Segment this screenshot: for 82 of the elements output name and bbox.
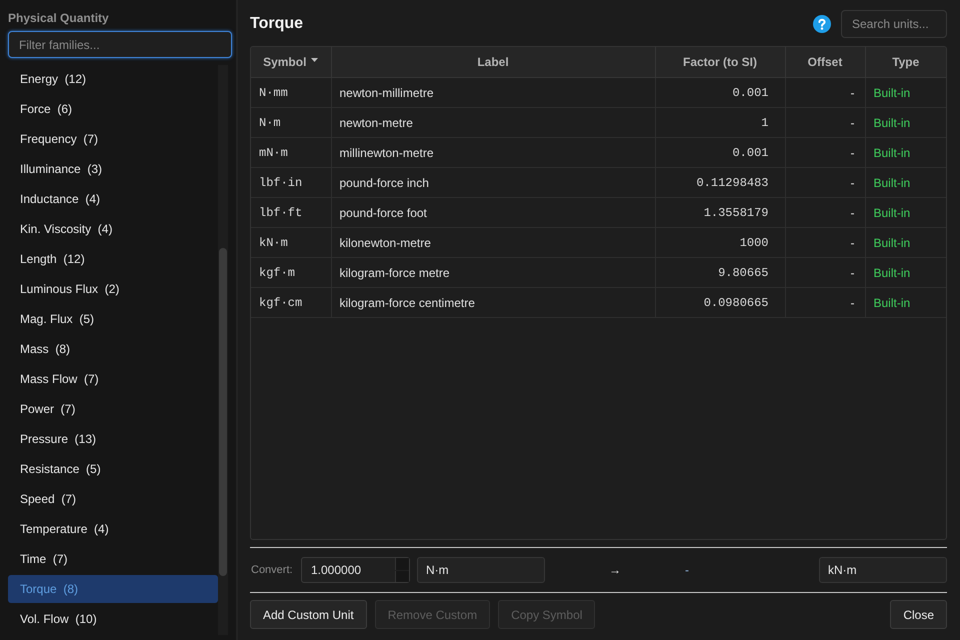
type-cell: Built-in [865, 78, 946, 108]
label-cell: newton-millimetre [331, 78, 655, 108]
family-list-item[interactable]: Kin. Viscosity (4) [8, 215, 218, 243]
family-list-item[interactable]: Force (6) [8, 95, 218, 123]
column-header[interactable]: Label [331, 47, 655, 78]
label-cell: pound-force foot [331, 198, 655, 228]
family-list-item[interactable]: Frequency (7) [8, 125, 218, 153]
amount-spinbox[interactable]: 1.000000 [301, 557, 410, 583]
factor-cell: 1.3558179 [655, 198, 785, 228]
factor-cell: 0.001 [655, 138, 785, 168]
family-list-item[interactable]: Luminous Flux (2) [8, 275, 218, 303]
column-header[interactable]: Type [865, 47, 946, 78]
type-cell: Built-in [865, 138, 946, 168]
label-cell: pound-force inch [331, 168, 655, 198]
family-list-item[interactable]: Mass (8) [8, 335, 218, 363]
family-list-item[interactable]: Pressure (13) [8, 425, 218, 453]
type-cell: Built-in [865, 288, 946, 318]
from-unit-field[interactable]: N·m [417, 557, 545, 583]
offset-cell: - [785, 168, 865, 198]
factor-cell: 0.001 [655, 78, 785, 108]
symbol-cell: kgf·m [251, 258, 331, 288]
factor-cell: 1 [655, 108, 785, 138]
type-cell: Built-in [865, 108, 946, 138]
result-value: - [685, 563, 689, 577]
spin-up-button[interactable] [395, 558, 409, 570]
family-list-item[interactable]: Torque (8) [8, 575, 218, 603]
offset-cell: - [785, 258, 865, 288]
family-list-item[interactable]: Mag. Flux (5) [8, 305, 218, 333]
type-cell: Built-in [865, 168, 946, 198]
family-list-item[interactable]: Resistance (5) [8, 455, 218, 483]
symbol-cell: kgf·cm [251, 288, 331, 318]
symbol-cell: lbf·in [251, 168, 331, 198]
sidebar-heading: Physical Quantity [8, 10, 110, 26]
symbol-cell: lbf·ft [251, 198, 331, 228]
scrollbar-thumb[interactable] [219, 248, 228, 576]
offset-cell: - [785, 108, 865, 138]
family-list-item[interactable]: Energy (12) [8, 65, 218, 93]
convert-label: Convert: [251, 564, 294, 576]
factor-cell: 1000 [655, 228, 785, 258]
family-list-item[interactable]: Time (7) [8, 545, 218, 573]
label-cell: millinewton-metre [331, 138, 655, 168]
panel-title: Torque [250, 15, 304, 33]
family-list-item[interactable]: Inductance (4) [8, 185, 218, 213]
factor-cell: 0.0980665 [655, 288, 785, 318]
offset-cell: - [785, 78, 865, 108]
offset-cell: - [785, 288, 865, 318]
factor-cell: 9.80665 [655, 258, 785, 288]
filter-field[interactable]: Filter families... [8, 31, 232, 58]
column-header[interactable]: Symbol [251, 47, 331, 78]
type-cell: Built-in [865, 258, 946, 288]
scrollbar-track[interactable] [218, 65, 228, 635]
arrow-sign: → [608, 563, 622, 577]
offset-cell: - [785, 228, 865, 258]
type-cell: Built-in [865, 198, 946, 228]
label-cell: kilogram-force metre [331, 258, 655, 288]
offset-cell: - [785, 138, 865, 168]
symbol-cell: kN·m [251, 228, 331, 258]
family-list-item[interactable]: Temperature (4) [8, 515, 218, 543]
label-cell: kilogram-force centimetre [331, 288, 655, 318]
dialog-button[interactable]: Close [890, 600, 947, 629]
family-list-item[interactable]: Power (7) [8, 395, 218, 423]
to-unit-field[interactable]: kN·m [819, 557, 947, 583]
type-cell: Built-in [865, 228, 946, 258]
search-field[interactable]: Search units... [841, 10, 947, 38]
spin-down-button[interactable] [395, 570, 409, 582]
label-cell: kilonewton-metre [331, 228, 655, 258]
family-list-item[interactable]: Vol. Flow (10) [8, 605, 218, 633]
family-list-item[interactable]: Speed (7) [8, 485, 218, 513]
family-list-item[interactable]: Length (12) [8, 245, 218, 273]
symbol-cell: mN·m [251, 138, 331, 168]
family-list-item[interactable]: Mass Flow (7) [8, 365, 218, 393]
column-header[interactable]: Factor (to SI) [655, 47, 785, 78]
sort-caret-icon [311, 58, 318, 62]
family-list-item[interactable]: Illuminance (3) [8, 155, 218, 183]
factor-cell: 0.11298483 [655, 168, 785, 198]
help-icon[interactable] [813, 15, 831, 33]
symbol-cell: N·m [251, 108, 331, 138]
dialog-button[interactable]: Add Custom Unit [250, 600, 367, 629]
label-cell: newton-metre [331, 108, 655, 138]
offset-cell: - [785, 198, 865, 228]
column-header[interactable]: Offset [785, 47, 865, 78]
symbol-cell: N·mm [251, 78, 331, 108]
